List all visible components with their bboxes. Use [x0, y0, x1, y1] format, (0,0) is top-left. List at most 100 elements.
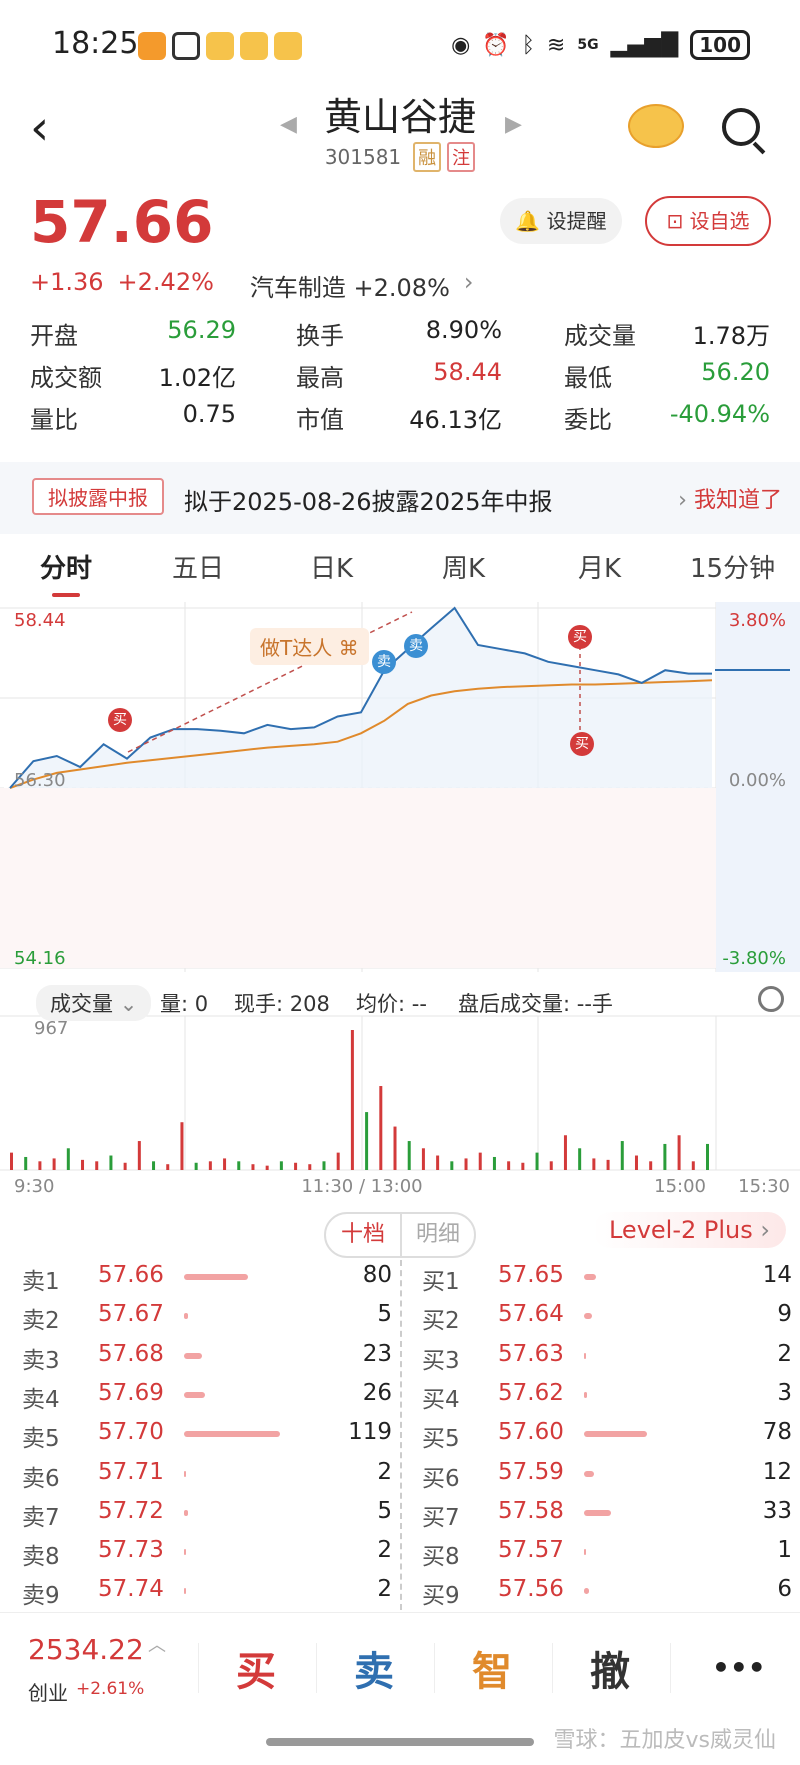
stat-value: 0.75 [182, 400, 236, 428]
pct-low-label: -3.80% [722, 948, 786, 969]
add-watchlist-button[interactable]: ⊡ 设自选 [645, 196, 771, 246]
smart-button[interactable]: 智 [472, 1639, 512, 1697]
price-change: +1.36 [30, 268, 104, 296]
sector-link[interactable]: 汽车制造 +2.08% [250, 268, 450, 303]
notice-ack-button[interactable]: › 我知道了 [678, 482, 782, 514]
volume-bar [52, 1158, 56, 1170]
volume-bar [365, 1112, 369, 1170]
sell-marker[interactable]: 卖 [372, 650, 396, 674]
tab-daily-k[interactable]: 日K [310, 548, 353, 585]
buy-level-row[interactable]: 买8 57.57 1 [422, 1537, 792, 1573]
more-button[interactable]: ••• [712, 1651, 766, 1684]
sell-level-row[interactable]: 卖7 57.72 5 [22, 1498, 392, 1534]
cancel-order-button[interactable]: 撤 [590, 1639, 630, 1697]
volume-bar [184, 1549, 186, 1556]
tab-weekly-k[interactable]: 周K [442, 548, 485, 585]
level-quantity: 2 [377, 1537, 392, 1564]
volume-dropdown[interactable]: 成交量 ⌄ [36, 985, 152, 1021]
level-quantity: 2 [377, 1576, 392, 1603]
sell-level-row[interactable]: 卖2 57.67 5 [22, 1301, 392, 1337]
volume-bar [194, 1162, 198, 1170]
chevron-up-icon[interactable]: ︿ [148, 1631, 166, 1657]
t-trade-badge[interactable]: 做T达人 ⌘ [250, 628, 369, 665]
notice-bar[interactable]: 拟披露中报 拟于2025-08-26披露2025年中报 › 我知道了 [0, 462, 800, 534]
level-label: 买7 [422, 1504, 460, 1531]
orderbook-tabs: 十档 明细 [324, 1212, 476, 1258]
level-quantity: 2 [377, 1458, 392, 1485]
volume-bar [123, 1162, 127, 1170]
index-value[interactable]: 2534.22 [28, 1633, 144, 1666]
level-quantity: 14 [762, 1262, 792, 1288]
next-stock-arrow-icon[interactable]: ▶ [505, 112, 522, 137]
buy-level-row[interactable]: 买5 57.60 78 [422, 1419, 792, 1455]
sell-level-row[interactable]: 卖4 57.69 26 [22, 1380, 392, 1416]
search-icon[interactable] [722, 108, 760, 146]
sell-level-row[interactable]: 卖1 57.66 80 [22, 1262, 392, 1298]
stat-value: 46.13亿 [409, 406, 502, 434]
volume-bar [393, 1126, 397, 1170]
buy-marker[interactable]: 买 [570, 732, 594, 756]
volume-bar [24, 1156, 28, 1170]
level2-plus-button[interactable]: Level-2 Plus › [592, 1212, 786, 1248]
buy-level-row[interactable]: 买3 57.63 2 [422, 1341, 792, 1377]
level-label: 买5 [422, 1426, 460, 1453]
sell-level-row[interactable]: 卖3 57.68 23 [22, 1341, 392, 1377]
level-quantity: 5 [377, 1301, 392, 1328]
buy-level-row[interactable]: 买2 57.64 9 [422, 1301, 792, 1337]
level-quantity: 1 [777, 1537, 792, 1564]
buy-level-row[interactable]: 买6 57.59 12 [422, 1459, 792, 1495]
stat-value: 8.90% [425, 316, 502, 344]
buy-button[interactable]: 买 [236, 1639, 276, 1697]
divider [198, 1643, 199, 1693]
home-indicator[interactable] [266, 1738, 534, 1746]
tab-five-day[interactable]: 五日 [172, 548, 224, 585]
level-quantity: 80 [362, 1262, 392, 1288]
stat-label: 成交额 [30, 364, 102, 392]
buy-level-row[interactable]: 买9 57.56 6 [422, 1576, 792, 1612]
volume-bar [184, 1352, 203, 1359]
stat-label: 换手 [296, 322, 344, 350]
sell-level-row[interactable]: 卖9 57.74 2 [22, 1576, 392, 1612]
sell-level-row[interactable]: 卖8 57.73 2 [22, 1537, 392, 1573]
sell-level-row[interactable]: 卖5 57.70 119 [22, 1419, 392, 1455]
stat-label: 成交量 [564, 322, 636, 350]
mascot-icon[interactable] [628, 104, 684, 148]
volume-bar [584, 1431, 648, 1438]
volume-bar [521, 1162, 525, 1170]
level-label: 卖7 [22, 1504, 60, 1531]
sell-level-row[interactable]: 卖6 57.71 2 [22, 1459, 392, 1495]
buy-marker[interactable]: 买 [108, 708, 132, 732]
notice-text: 拟于2025-08-26披露2025年中报 [184, 488, 553, 516]
stat-value: 58.44 [433, 358, 502, 386]
buy-marker[interactable]: 买 [568, 625, 592, 649]
volume-bar [421, 1148, 425, 1170]
volume-bar [350, 1030, 354, 1170]
set-alert-button[interactable]: 🔔 设提醒 [500, 198, 622, 244]
settings-icon[interactable] [758, 986, 784, 1012]
tab-monthly-k[interactable]: 月K [578, 548, 621, 585]
buy-level-row[interactable]: 买7 57.58 33 [422, 1498, 792, 1534]
app-notification-icon [138, 32, 166, 60]
sell-button[interactable]: 卖 [354, 1639, 394, 1697]
level-quantity: 23 [362, 1340, 392, 1367]
intraday-chart[interactable]: 58.44 56.30 54.16 3.80% 0.00% -3.80% 967 9:30 11… [0, 602, 800, 1202]
volume-bar [223, 1158, 227, 1170]
buy-level-row[interactable]: 买1 57.65 14 [422, 1262, 792, 1298]
tab-15min[interactable]: 15分钟 [690, 548, 775, 585]
tab-ten-levels[interactable]: 十档 [326, 1214, 402, 1256]
volume-bar [95, 1161, 99, 1170]
level-price: 57.59 [498, 1458, 564, 1485]
volume-bar [180, 1122, 184, 1170]
sell-marker[interactable]: 卖 [404, 634, 428, 658]
level-price: 57.56 [498, 1576, 564, 1603]
volume-bar [677, 1135, 681, 1170]
tab-intraday[interactable]: 分时 [40, 548, 92, 585]
tab-detail[interactable]: 明细 [402, 1214, 474, 1256]
level-price: 57.70 [98, 1419, 164, 1446]
buy-level-row[interactable]: 买4 57.62 3 [422, 1380, 792, 1416]
level-price: 57.69 [98, 1379, 164, 1406]
level-price: 57.63 [498, 1340, 564, 1367]
level-label: 买3 [422, 1347, 460, 1374]
index-name: 创业 [28, 1681, 68, 1705]
volume-bar [184, 1470, 186, 1477]
